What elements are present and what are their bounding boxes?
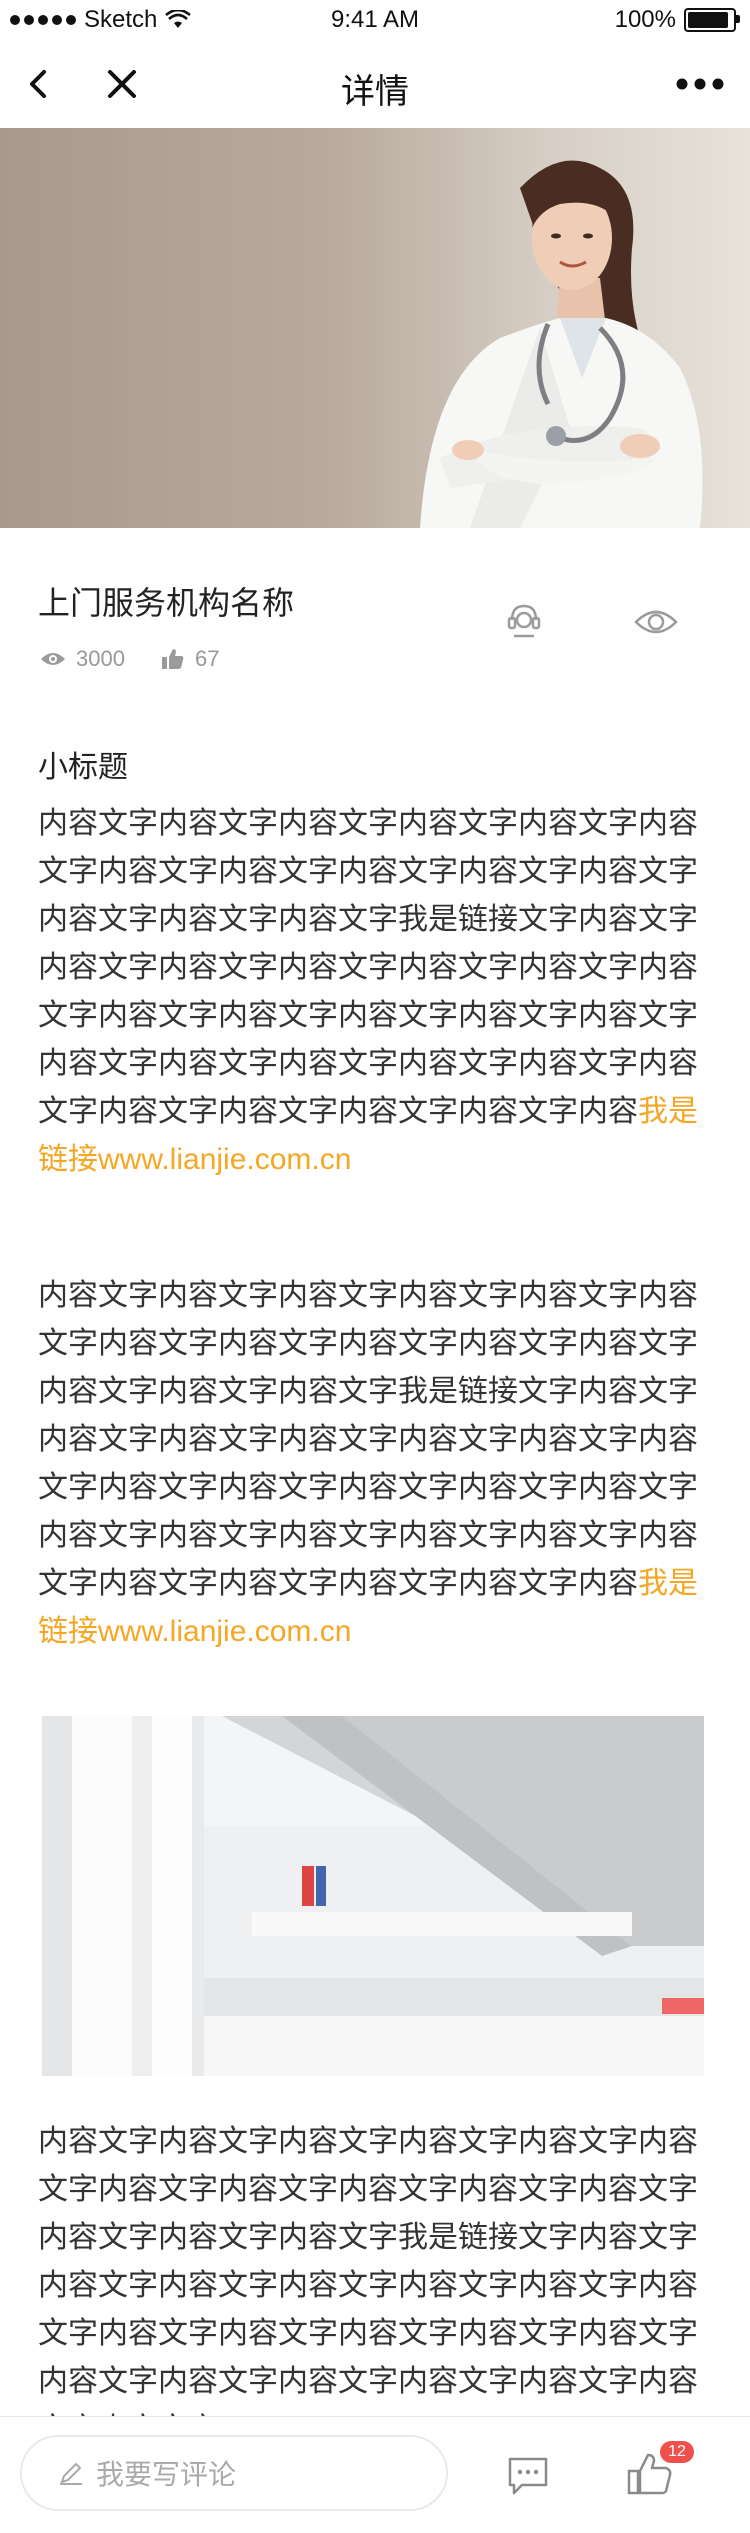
status-bar: Sketch 9:41 AM 100% <box>0 0 750 40</box>
content-paragraph-1: 内容文字内容文字内容文字内容文字内容文字内容文字内容文字内容文字内容文字内容文字… <box>38 800 702 1184</box>
bottom-bar: 我要写评论 12 <box>0 2416 750 2533</box>
more-icon[interactable] <box>674 66 726 102</box>
pencil-icon <box>60 2462 82 2485</box>
battery-icon <box>684 8 740 32</box>
content-paragraph-3: 内容文字内容文字内容文字内容文字内容文字内容文字内容文字内容文字内容文字内容文字… <box>38 2118 702 2454</box>
org-name: 上门服务机构名称 <box>38 585 295 621</box>
view-stat: 3000 <box>40 646 125 672</box>
hero-image <box>0 128 750 528</box>
content-paragraph-2: 内容文字内容文字内容文字内容文字内容文字内容文字内容文字内容文字内容文字内容文字… <box>38 1272 702 1656</box>
comment-input[interactable]: 我要写评论 <box>20 2435 448 2511</box>
section-subtitle: 小标题 <box>38 751 128 784</box>
battery-percent: 100% <box>614 6 676 33</box>
nav-bar: 详情 <box>0 40 750 129</box>
interior-photo <box>42 1716 704 2076</box>
interior-illustration <box>42 1716 704 2076</box>
doctor-illustration <box>420 160 703 528</box>
battery-info: 100% <box>614 6 740 34</box>
customer-service-icon[interactable] <box>504 600 544 640</box>
comment-placeholder: 我要写评论 <box>96 2459 237 2490</box>
chat-icon[interactable] <box>506 2455 550 2495</box>
like-count: 67 <box>194 646 220 671</box>
view-count: 3000 <box>76 646 125 671</box>
like-stat: 67 <box>161 646 219 672</box>
eye-icon <box>41 653 65 665</box>
view-icon[interactable] <box>634 604 678 640</box>
paragraph-text: 内容文字内容文字内容文字内容文字内容文字内容文字内容文字内容文字内容文字内容文字… <box>38 1279 698 1600</box>
thumb-up-icon <box>161 649 184 669</box>
paragraph-text: 内容文字内容文字内容文字内容文字内容文字内容文字内容文字内容文字内容文字内容文字… <box>38 807 698 1128</box>
paragraph-text: 内容文字内容文字内容文字内容文字内容文字内容文字内容文字内容文字内容文字内容文字… <box>38 2125 698 2446</box>
like-count-badge: 12 <box>660 2441 694 2463</box>
stats-row: 3000 67 <box>40 646 255 672</box>
page-title: 详情 <box>341 73 409 111</box>
